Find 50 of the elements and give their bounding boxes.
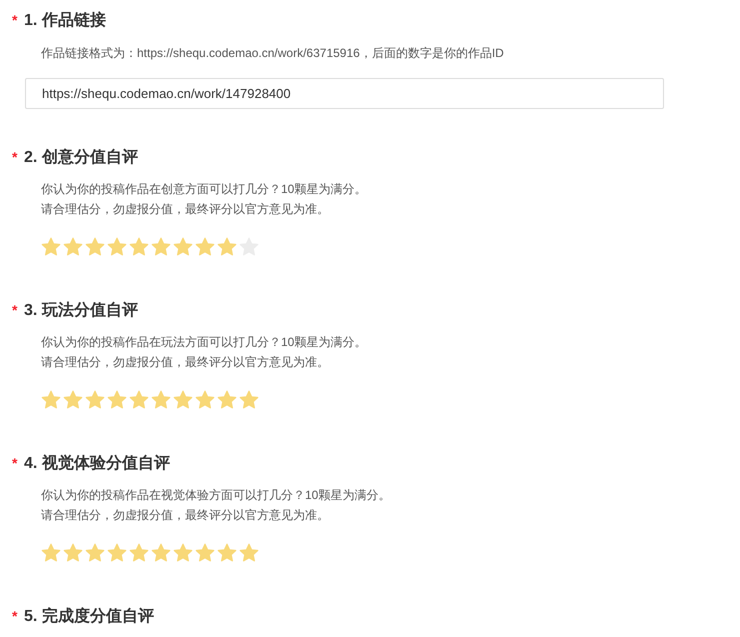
question-title: 3. 玩法分值自评 — [24, 300, 138, 320]
description-text: 作品链接格式为：https://shequ.codemao.cn/work/63715916，后面的数字是你的作品ID — [41, 45, 505, 62]
star-icon[interactable] — [151, 390, 171, 410]
star-icon[interactable] — [195, 543, 215, 563]
star-icon[interactable] — [85, 543, 105, 563]
required-mark: * — [12, 302, 18, 318]
star-icon[interactable] — [173, 390, 193, 410]
input-field[interactable]: https://shequ.codemao.cn/work/147928400 — [25, 78, 664, 109]
star-icon[interactable] — [63, 543, 83, 563]
description-text: 你认为你的投稿作品在创意方面可以打几分？10颗星为满分。 — [41, 181, 368, 198]
star-icon[interactable] — [195, 390, 215, 410]
description-text: 请合理估分，勿虚报分值，最终评分以官方意见为准。 — [41, 507, 330, 524]
star-icon[interactable] — [173, 237, 193, 257]
star-icon[interactable] — [151, 543, 171, 563]
question-title: 4. 视觉体验分值自评 — [24, 453, 170, 474]
star-icon[interactable] — [41, 390, 61, 410]
description-text: 请合理估分，勿虚报分值，最终评分以官方意见为准。 — [41, 201, 330, 218]
star-icon[interactable] — [63, 390, 83, 410]
star-icon[interactable] — [217, 237, 237, 257]
star-icon[interactable] — [129, 237, 149, 257]
star-icon[interactable] — [195, 237, 215, 257]
star-icon[interactable] — [239, 543, 259, 563]
star-icon[interactable] — [41, 543, 61, 563]
question-title: 5. 完成度分值自评 — [24, 606, 154, 626]
required-mark: * — [12, 12, 18, 28]
description-text: 你认为你的投稿作品在视觉体验方面可以打几分？10颗星为满分。 — [41, 487, 392, 504]
description-text: 你认为你的投稿作品在玩法方面可以打几分？10颗星为满分。 — [41, 334, 368, 351]
star-icon[interactable] — [217, 543, 237, 563]
star-icon[interactable] — [107, 543, 127, 563]
star-icon[interactable] — [217, 390, 237, 410]
star-icon[interactable] — [85, 237, 105, 257]
star-icon[interactable] — [239, 390, 259, 410]
star-icon[interactable] — [129, 543, 149, 563]
star-icon[interactable] — [151, 237, 171, 257]
question-title: 1. 作品链接 — [24, 10, 106, 30]
star-icon[interactable] — [63, 237, 83, 257]
star-icon[interactable] — [173, 543, 193, 563]
star-icon[interactable] — [107, 237, 127, 257]
star-rating[interactable] — [41, 543, 259, 563]
required-mark: * — [12, 608, 18, 624]
star-icon[interactable] — [85, 390, 105, 410]
required-mark: * — [12, 149, 18, 165]
required-mark: * — [12, 455, 18, 471]
star-icon[interactable] — [41, 237, 61, 257]
star-rating[interactable] — [41, 390, 259, 410]
star-icon[interactable] — [107, 390, 127, 410]
star-icon[interactable] — [129, 390, 149, 410]
question-title: 2. 创意分值自评 — [24, 147, 138, 168]
description-text: 请合理估分，勿虚报分值，最终评分以官方意见为准。 — [41, 354, 330, 371]
star-rating[interactable] — [41, 237, 259, 257]
